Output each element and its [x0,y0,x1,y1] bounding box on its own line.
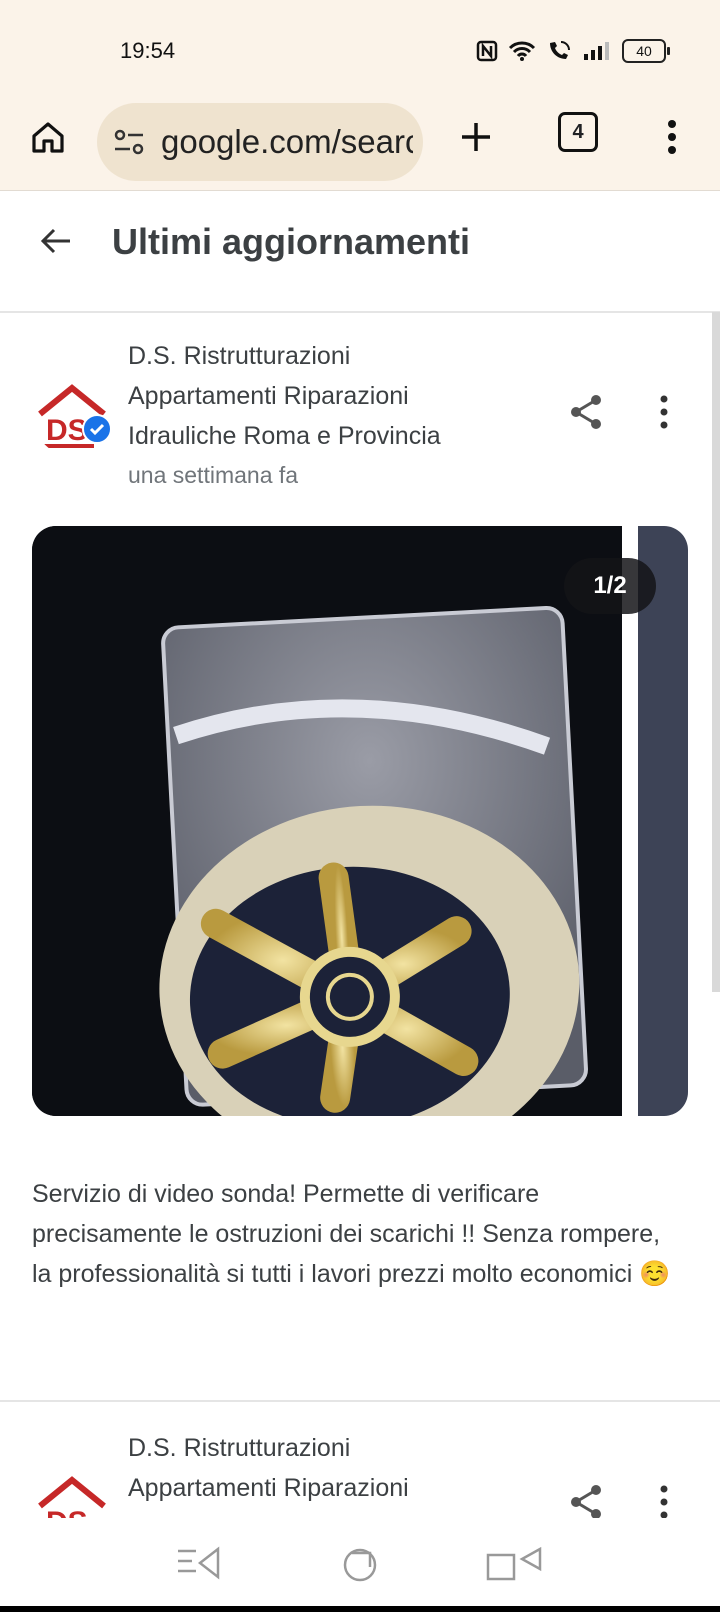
screen-edge [0,1606,720,1612]
menu-back-icon [178,1546,220,1580]
business-name[interactable]: D.S. Ristrutturazioni Appartamenti Ripar… [128,1428,498,1518]
share-button[interactable] [564,1480,608,1518]
menu-back-nav-button[interactable] [168,1538,228,1588]
svg-text:DS: DS [46,1506,88,1518]
home-circle-icon [343,1548,377,1582]
home-nav-button[interactable] [330,1538,390,1588]
post-more-button[interactable] [642,1480,686,1518]
business-avatar[interactable]: DS [34,1472,110,1518]
system-nav-bar [0,1518,720,1612]
recents-nav-button[interactable] [484,1538,544,1588]
share-icon [571,1485,601,1518]
more-vert-icon [660,1485,668,1518]
update-post: DS D.S. Ristrutturazioni Appartamenti Ri… [0,0,720,1518]
business-logo: DS [38,1476,106,1518]
recents-icon [486,1546,542,1581]
